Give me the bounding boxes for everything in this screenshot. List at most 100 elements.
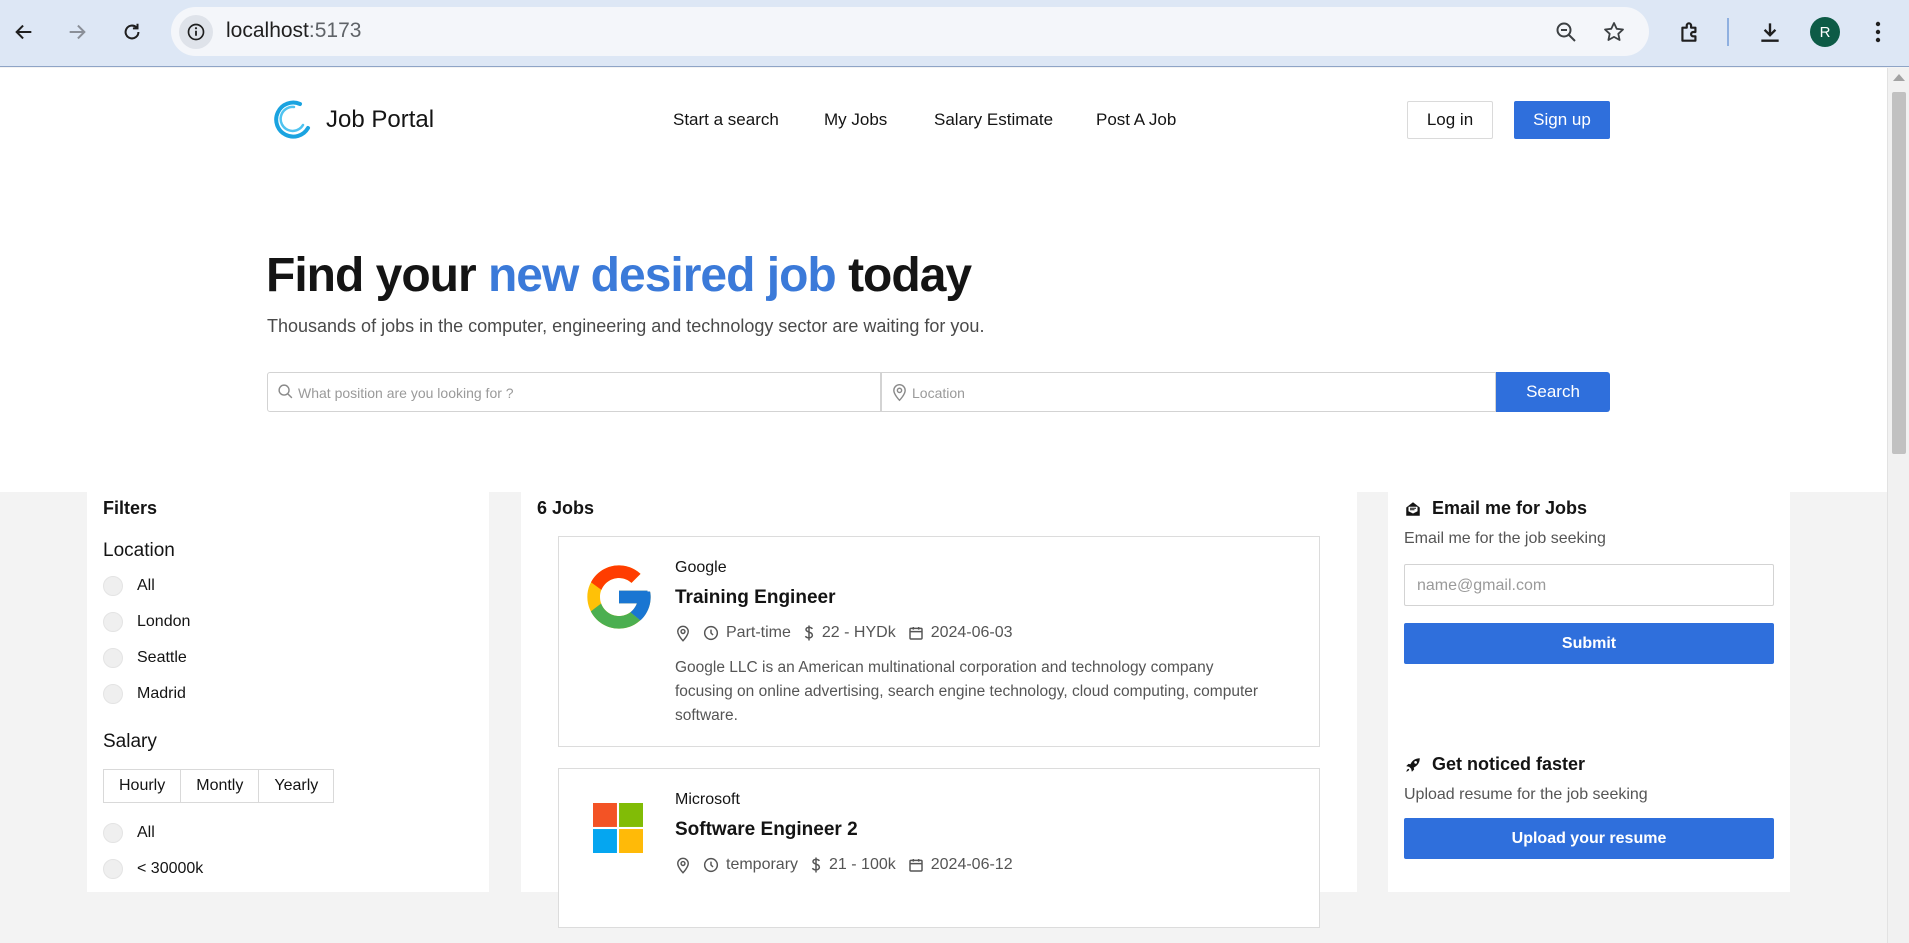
- page-viewport: Job Portal Start a search My Jobs Salary…: [0, 68, 1887, 943]
- filters-title: Filters: [103, 498, 158, 518]
- radio-button[interactable]: [103, 823, 123, 843]
- salary-option-under-30000k[interactable]: < 30000k: [103, 859, 203, 879]
- puzzle-icon: [1681, 22, 1697, 42]
- job-card[interactable]: Google Training Engineer Part-time 22 - …: [558, 536, 1320, 747]
- get-noticed-heading: Get noticed faster: [1404, 754, 1585, 775]
- nav-start-search[interactable]: Start a search: [673, 110, 779, 130]
- reload-icon: [124, 23, 140, 40]
- location-input[interactable]: [912, 381, 1472, 405]
- hero-section: Job Portal Start a search My Jobs Salary…: [0, 68, 1887, 492]
- email-jobs-subtitle: Email me for the job seeking: [1404, 530, 1606, 547]
- job-meta: temporary 21 - 100k 2024-06-12: [675, 856, 1013, 874]
- back-button[interactable]: [6, 14, 42, 50]
- site-info-icon[interactable]: [179, 15, 213, 49]
- search-icon: [278, 384, 293, 399]
- dollar-icon: [803, 624, 815, 642]
- position-search-field[interactable]: [267, 372, 881, 412]
- jobs-count: 6 Jobs: [537, 498, 595, 518]
- star-icon: [1604, 22, 1624, 41]
- nav-my-jobs[interactable]: My Jobs: [824, 110, 887, 130]
- url-text[interactable]: localhost:5173: [226, 19, 361, 43]
- job-salary: 21 - 100k: [829, 856, 896, 873]
- location-option-london[interactable]: London: [103, 612, 190, 632]
- scroll-up-arrow-icon[interactable]: [1893, 74, 1905, 81]
- email-input[interactable]: [1417, 574, 1757, 598]
- rocket-icon: [1406, 757, 1420, 772]
- scrollbar-thumb[interactable]: [1892, 92, 1906, 454]
- submit-button[interactable]: Submit: [1404, 623, 1774, 664]
- upload-resume-button[interactable]: Upload your resume: [1404, 818, 1774, 859]
- job-type: temporary: [726, 856, 799, 873]
- radio-button[interactable]: [103, 859, 123, 879]
- job-meta: Part-time 22 - HYDk 2024-06-03: [675, 624, 1013, 642]
- email-alerts-panel: Email me for Jobs Email me for the job s…: [1388, 472, 1790, 892]
- job-date: 2024-06-03: [930, 624, 1013, 641]
- reload-button[interactable]: [114, 14, 150, 50]
- job-title[interactable]: Software Engineer 2: [675, 819, 858, 841]
- signup-button[interactable]: Sign up: [1514, 101, 1610, 139]
- salary-period-monthly[interactable]: Montly: [180, 769, 260, 803]
- location-option-madrid[interactable]: Madrid: [103, 684, 186, 704]
- map-pin-icon: [675, 857, 691, 874]
- job-card[interactable]: Microsoft Software Engineer 2 temporary …: [558, 768, 1320, 928]
- location-search-field[interactable]: [881, 372, 1496, 412]
- company-name: Google: [675, 559, 727, 576]
- radio-button[interactable]: [103, 648, 123, 668]
- calendar-icon: [908, 857, 924, 873]
- position-input[interactable]: [298, 381, 858, 405]
- hero-subtitle: Thousands of jobs in the computer, engin…: [267, 316, 985, 336]
- downloads-button[interactable]: [1752, 14, 1788, 50]
- map-pin-icon: [893, 384, 906, 402]
- radio-button[interactable]: [103, 576, 123, 596]
- filters-panel: Filters Location All London Seattle Madr…: [87, 472, 489, 892]
- browser-toolbar: localhost:5173 R: [0, 0, 1909, 67]
- brand-name: Job Portal: [326, 106, 435, 133]
- kebab-menu-icon: [1875, 21, 1881, 43]
- job-description: Google LLC is an American multinational …: [675, 659, 1259, 724]
- arrow-right-icon: [69, 24, 86, 40]
- job-salary: 22 - HYDk: [821, 624, 896, 641]
- location-option-all[interactable]: All: [103, 576, 155, 596]
- salary-period-yearly[interactable]: Yearly: [258, 769, 335, 803]
- salary-period-hourly[interactable]: Hourly: [103, 769, 182, 803]
- extensions-button[interactable]: [1672, 14, 1708, 50]
- address-bar[interactable]: localhost:5173: [171, 7, 1649, 56]
- bookmark-button[interactable]: [1599, 17, 1629, 47]
- job-title[interactable]: Training Engineer: [675, 587, 835, 609]
- portal-logo-icon: [274, 100, 310, 139]
- calendar-icon: [908, 625, 924, 641]
- brand-logo[interactable]: Job Portal: [270, 98, 434, 142]
- forward-button[interactable]: [59, 14, 95, 50]
- email-field[interactable]: [1404, 564, 1774, 606]
- nav-salary-estimate[interactable]: Salary Estimate: [934, 110, 1053, 130]
- salary-option-all[interactable]: All: [103, 823, 155, 843]
- search-button[interactable]: Search: [1496, 372, 1610, 412]
- jobs-panel: 6 Jobs Google Training Engineer Part-tim…: [521, 472, 1357, 928]
- profile-avatar[interactable]: R: [1810, 17, 1840, 47]
- zoom-button[interactable]: [1551, 17, 1581, 47]
- download-icon: [1761, 23, 1779, 42]
- salary-period-toggle: Hourly Montly Yearly: [103, 769, 335, 803]
- nav-post-job[interactable]: Post A Job: [1096, 110, 1176, 130]
- arrow-left-icon: [15, 24, 32, 40]
- get-noticed-subtitle: Upload resume for the job seeking: [1404, 786, 1648, 803]
- radio-button[interactable]: [103, 612, 123, 632]
- microsoft-logo-icon: [593, 803, 643, 853]
- radio-button[interactable]: [103, 684, 123, 704]
- browser-menu-button[interactable]: [1860, 14, 1896, 50]
- page-scrollbar[interactable]: [1887, 68, 1909, 943]
- clock-icon: [703, 625, 719, 641]
- location-option-seattle[interactable]: Seattle: [103, 648, 187, 668]
- hero-title: Find your new desired job today: [266, 249, 972, 302]
- salary-filter-title: Salary: [103, 731, 157, 752]
- job-date: 2024-06-12: [930, 856, 1013, 873]
- envelope-open-icon: [1406, 501, 1420, 516]
- clock-icon: [703, 857, 719, 873]
- toolbar-divider: [1727, 18, 1729, 46]
- location-filter-title: Location: [103, 540, 175, 561]
- login-button[interactable]: Log in: [1407, 101, 1493, 139]
- job-type: Part-time: [726, 624, 791, 641]
- dollar-icon: [810, 856, 822, 874]
- company-name: Microsoft: [675, 791, 740, 808]
- google-logo-icon: [587, 565, 651, 629]
